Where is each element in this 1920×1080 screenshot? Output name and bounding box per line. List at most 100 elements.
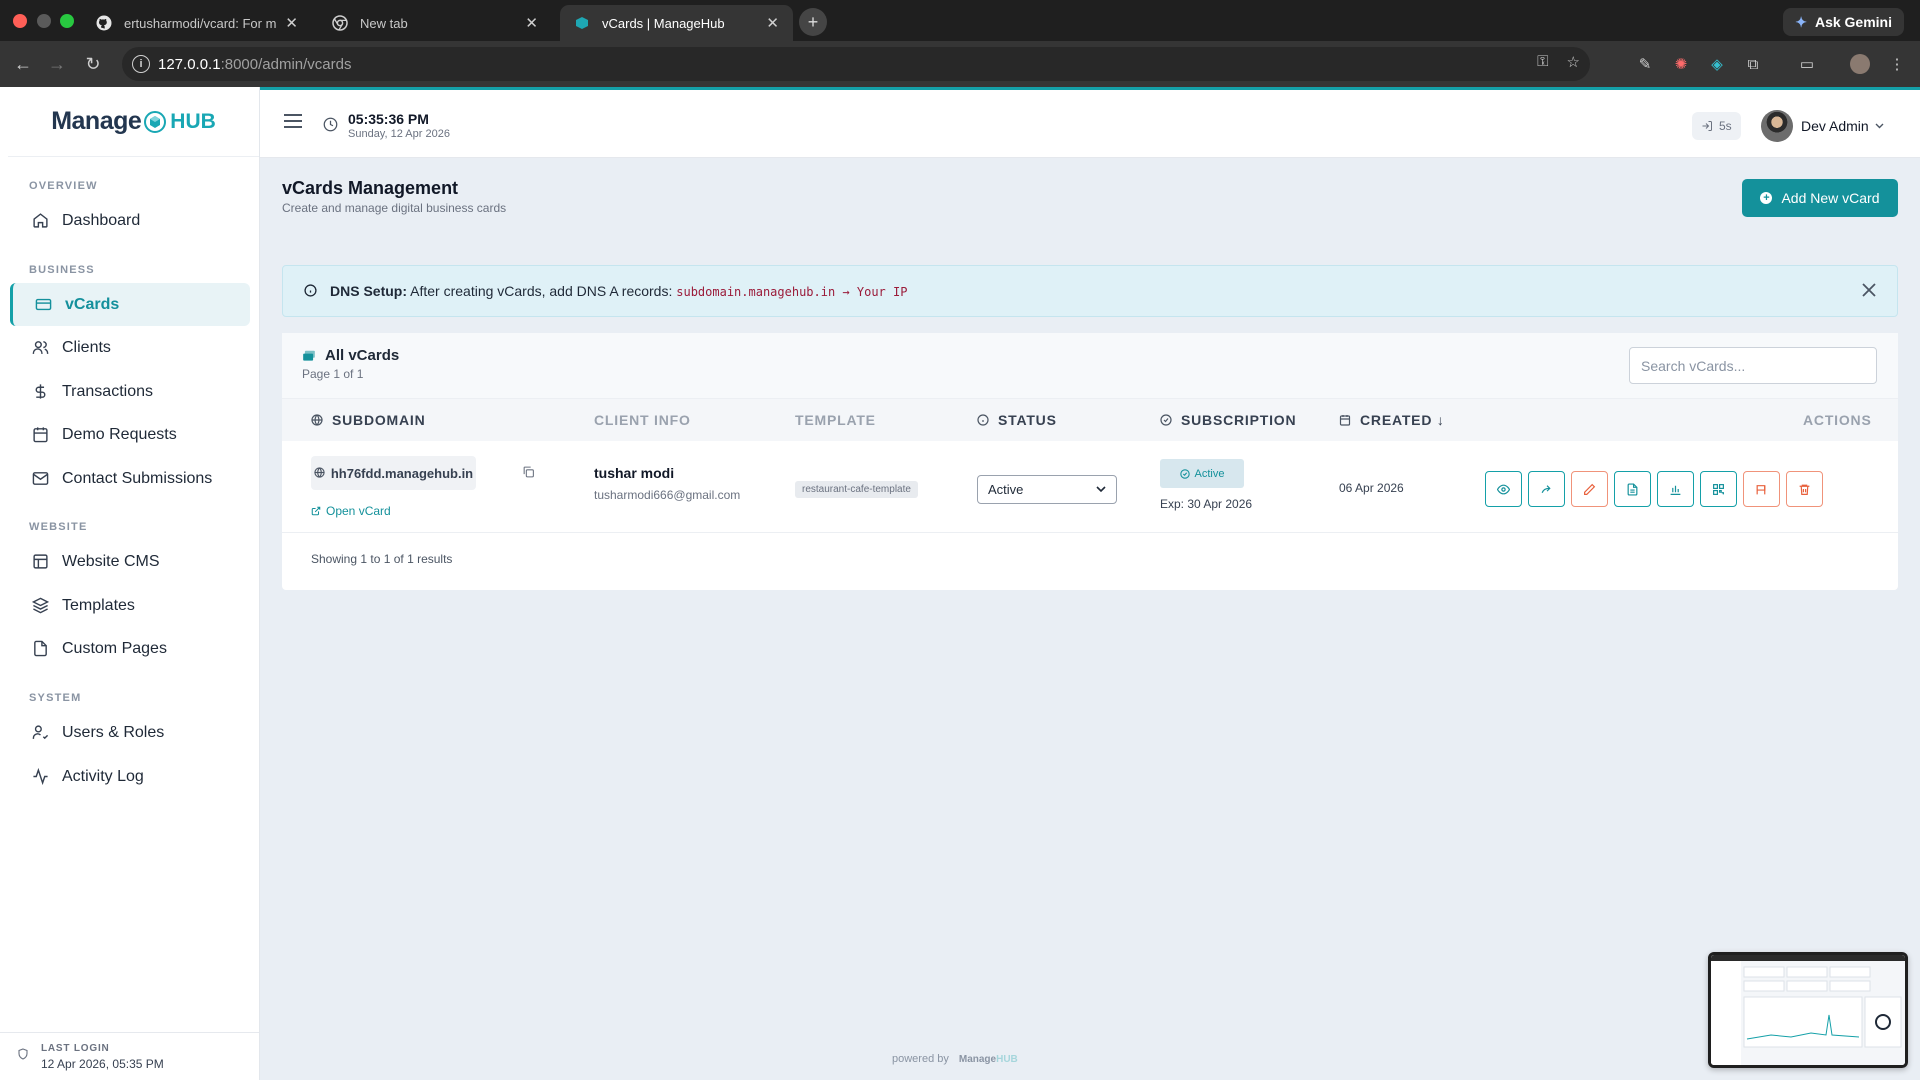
eye-icon xyxy=(1497,484,1510,494)
qr-code-button[interactable] xyxy=(1700,471,1737,507)
subscription-status: Active xyxy=(1194,467,1225,480)
last-login-label: LAST LOGIN xyxy=(41,1043,110,1054)
brand-hub: HUB xyxy=(170,109,216,133)
puzzle-icon[interactable]: ⧉ xyxy=(1742,53,1764,75)
share-icon xyxy=(1541,484,1551,493)
column-subdomain[interactable]: SUBDOMAIN xyxy=(311,412,426,428)
column-label: SUBDOMAIN xyxy=(332,412,426,428)
sidebar-item-vcards[interactable]: vCards xyxy=(10,283,250,326)
analytics-button[interactable] xyxy=(1657,471,1694,507)
site-info-icon[interactable]: i xyxy=(132,55,150,73)
flag-button[interactable] xyxy=(1743,471,1780,507)
edit-button[interactable] xyxy=(1571,471,1608,507)
add-new-vcard-button[interactable]: + Add New vCard xyxy=(1742,179,1898,217)
user-check-icon xyxy=(31,724,49,742)
document-icon xyxy=(1627,482,1638,496)
close-icon[interactable]: ✕ xyxy=(525,14,538,32)
profile-avatar-icon[interactable] xyxy=(1849,53,1871,75)
column-actions: ACTIONS xyxy=(1803,412,1872,428)
column-created[interactable]: CREATED ↓ xyxy=(1339,412,1445,428)
avatar[interactable] xyxy=(1761,110,1793,142)
user-menu[interactable]: Dev Admin xyxy=(1801,118,1884,134)
back-icon[interactable]: ← xyxy=(10,51,36,77)
browser-tab-new[interactable]: New tab ✕ xyxy=(318,5,552,41)
share-button[interactable] xyxy=(1528,471,1565,507)
sidebar-item-label: Clients xyxy=(62,338,111,356)
browser-tab-active[interactable]: vCards | ManageHub ✕ xyxy=(560,5,793,41)
new-tab-button[interactable]: + xyxy=(799,8,827,36)
sidebar-item-activity-log[interactable]: Activity Log xyxy=(10,755,250,798)
open-vcard-label: Open vCard xyxy=(326,504,391,518)
sidebar-item-website-cms[interactable]: Website CMS xyxy=(10,540,250,583)
browser-toolbar: ← → ↻ i 127.0.0.1:8000/admin/vcards ⚿ ☆ … xyxy=(0,41,1920,87)
bar-chart-icon xyxy=(1670,485,1681,495)
flag-icon xyxy=(1756,484,1766,494)
check-circle-icon xyxy=(1160,414,1172,426)
sidebar-item-demo-requests[interactable]: Demo Requests xyxy=(10,413,250,456)
card-icon xyxy=(34,296,52,314)
tab-title: New tab xyxy=(360,15,408,31)
brand-logo[interactable]: Manage HUB xyxy=(8,87,259,157)
star-icon[interactable]: ☆ xyxy=(1567,53,1580,71)
extension-red-icon[interactable]: ✺ xyxy=(1670,53,1692,75)
close-icon[interactable]: ✕ xyxy=(766,14,779,32)
globe-icon xyxy=(314,466,325,481)
key-icon[interactable]: ⚿ xyxy=(1537,53,1548,71)
menu-icon[interactable]: ⋮ xyxy=(1886,53,1908,75)
card-subtitle: Page 1 of 1 xyxy=(302,367,364,381)
hamburger-icon[interactable] xyxy=(284,114,302,128)
tab-search-icon[interactable]: ▭ xyxy=(1796,53,1818,75)
copy-icon[interactable] xyxy=(522,465,535,479)
maximize-window-button[interactable] xyxy=(60,14,74,28)
sidebar-item-clients[interactable]: Clients xyxy=(10,326,250,369)
ask-gemini-button[interactable]: ✦ Ask Gemini xyxy=(1783,8,1904,36)
users-icon xyxy=(31,339,49,357)
calendar-icon xyxy=(31,426,49,444)
calendar-icon xyxy=(1339,414,1351,426)
document-button[interactable] xyxy=(1614,471,1651,507)
close-window-button[interactable] xyxy=(13,14,27,28)
sidebar-item-dashboard[interactable]: Dashboard xyxy=(10,199,250,242)
info-icon xyxy=(977,414,989,426)
column-label: ACTIONS xyxy=(1803,412,1872,428)
delete-button[interactable] xyxy=(1786,471,1823,507)
search-input[interactable] xyxy=(1629,347,1877,384)
sidebar-item-label: Contact Submissions xyxy=(62,469,213,487)
info-icon xyxy=(304,284,317,297)
close-icon[interactable]: ✕ xyxy=(285,14,298,32)
cube-icon xyxy=(144,110,167,133)
add-new-vcard-label: Add New vCard xyxy=(1781,190,1880,206)
file-icon xyxy=(31,640,49,658)
session-timer[interactable]: 5s xyxy=(1692,112,1741,140)
reload-icon[interactable]: ↻ xyxy=(80,51,106,77)
sidebar-item-label: vCards xyxy=(65,295,120,313)
layout-icon xyxy=(31,553,49,571)
forward-icon[interactable]: → xyxy=(44,51,70,77)
home-icon xyxy=(31,212,49,230)
chrome-icon xyxy=(332,15,348,31)
sidebar-item-transactions[interactable]: Transactions xyxy=(10,370,250,413)
address-bar[interactable]: i 127.0.0.1:8000/admin/vcards ⚿ ☆ xyxy=(122,47,1590,81)
column-status[interactable]: STATUS xyxy=(977,412,1057,428)
status-select[interactable]: Active xyxy=(977,475,1117,504)
view-button[interactable] xyxy=(1485,471,1522,507)
close-icon[interactable] xyxy=(1859,280,1879,300)
eyedropper-icon[interactable]: ✎ xyxy=(1634,53,1656,75)
sidebar-item-users-roles[interactable]: Users & Roles xyxy=(10,711,250,754)
picture-in-picture-preview[interactable] xyxy=(1708,952,1908,1068)
clock-date: Sunday, 12 Apr 2026 xyxy=(348,128,450,140)
clock-icon xyxy=(323,117,338,132)
open-vcard-link[interactable]: Open vCard xyxy=(311,504,391,518)
sidebar-item-contact-submissions[interactable]: Contact Submissions xyxy=(10,457,250,500)
section-business: BUSINESS xyxy=(29,264,95,276)
browser-tab-github[interactable]: ertusharmodi/vcard: For mana ✕ xyxy=(82,5,312,41)
trash-icon xyxy=(1799,484,1810,495)
column-subscription[interactable]: SUBSCRIPTION xyxy=(1160,412,1296,428)
alert-text: DNS Setup: After creating vCards, add DN… xyxy=(330,283,907,299)
extension-tag-icon[interactable]: ◈ xyxy=(1706,53,1728,75)
sidebar-item-custom-pages[interactable]: Custom Pages xyxy=(10,627,250,670)
external-link-icon xyxy=(311,506,321,516)
globe-icon xyxy=(311,414,323,426)
sidebar-item-templates[interactable]: Templates xyxy=(10,584,250,627)
minimize-window-button[interactable] xyxy=(37,14,51,28)
